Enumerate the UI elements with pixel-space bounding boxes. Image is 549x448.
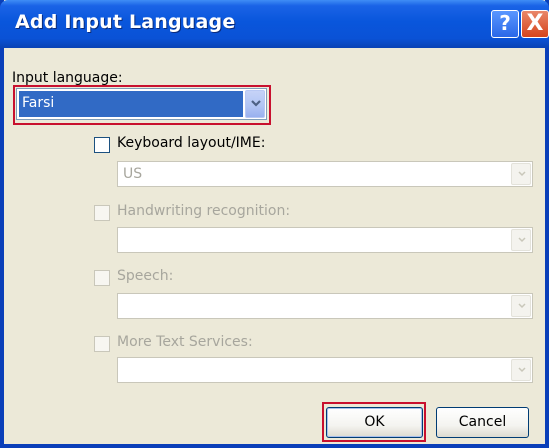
keyboard-layout-checkbox[interactable]	[94, 137, 110, 153]
input-language-selected-value: Farsi	[19, 91, 243, 117]
speech-label: Speech:	[117, 268, 174, 284]
chevron-down-icon	[518, 171, 526, 177]
handwriting-dropdown-button[interactable]	[511, 229, 531, 251]
help-button[interactable]: ?	[491, 10, 519, 38]
chevron-down-icon	[518, 237, 526, 243]
handwriting-label: Handwriting recognition:	[117, 203, 291, 219]
chevron-down-icon	[518, 367, 526, 373]
text-services-checkbox[interactable]	[94, 336, 110, 352]
input-language-select[interactable]: Farsi	[16, 88, 267, 120]
keyboard-layout-label: Keyboard layout/IME:	[117, 135, 266, 151]
dialog-title: Add Input Language	[15, 11, 236, 33]
close-button[interactable]: X	[521, 10, 549, 38]
speech-checkbox[interactable]	[94, 270, 110, 286]
handwriting-select[interactable]	[117, 227, 533, 253]
speech-select[interactable]	[117, 293, 533, 319]
speech-dropdown-button[interactable]	[511, 295, 531, 317]
chevron-down-icon	[518, 303, 526, 309]
ok-button[interactable]: OK	[326, 407, 423, 438]
text-services-dropdown-button[interactable]	[511, 359, 531, 381]
chevron-down-icon	[251, 100, 261, 107]
keyboard-layout-dropdown-button[interactable]	[511, 163, 531, 185]
input-language-label: Input language:	[12, 70, 123, 86]
keyboard-layout-select[interactable]: US	[117, 161, 533, 187]
keyboard-layout-value: US	[123, 166, 143, 182]
cancel-button[interactable]: Cancel	[436, 407, 529, 438]
input-language-dropdown-button[interactable]	[245, 90, 265, 118]
text-services-select[interactable]	[117, 357, 533, 383]
text-services-label: More Text Services:	[117, 334, 253, 350]
handwriting-checkbox[interactable]	[94, 205, 110, 221]
title-bar[interactable]: Add Input Language ? X	[0, 0, 549, 48]
